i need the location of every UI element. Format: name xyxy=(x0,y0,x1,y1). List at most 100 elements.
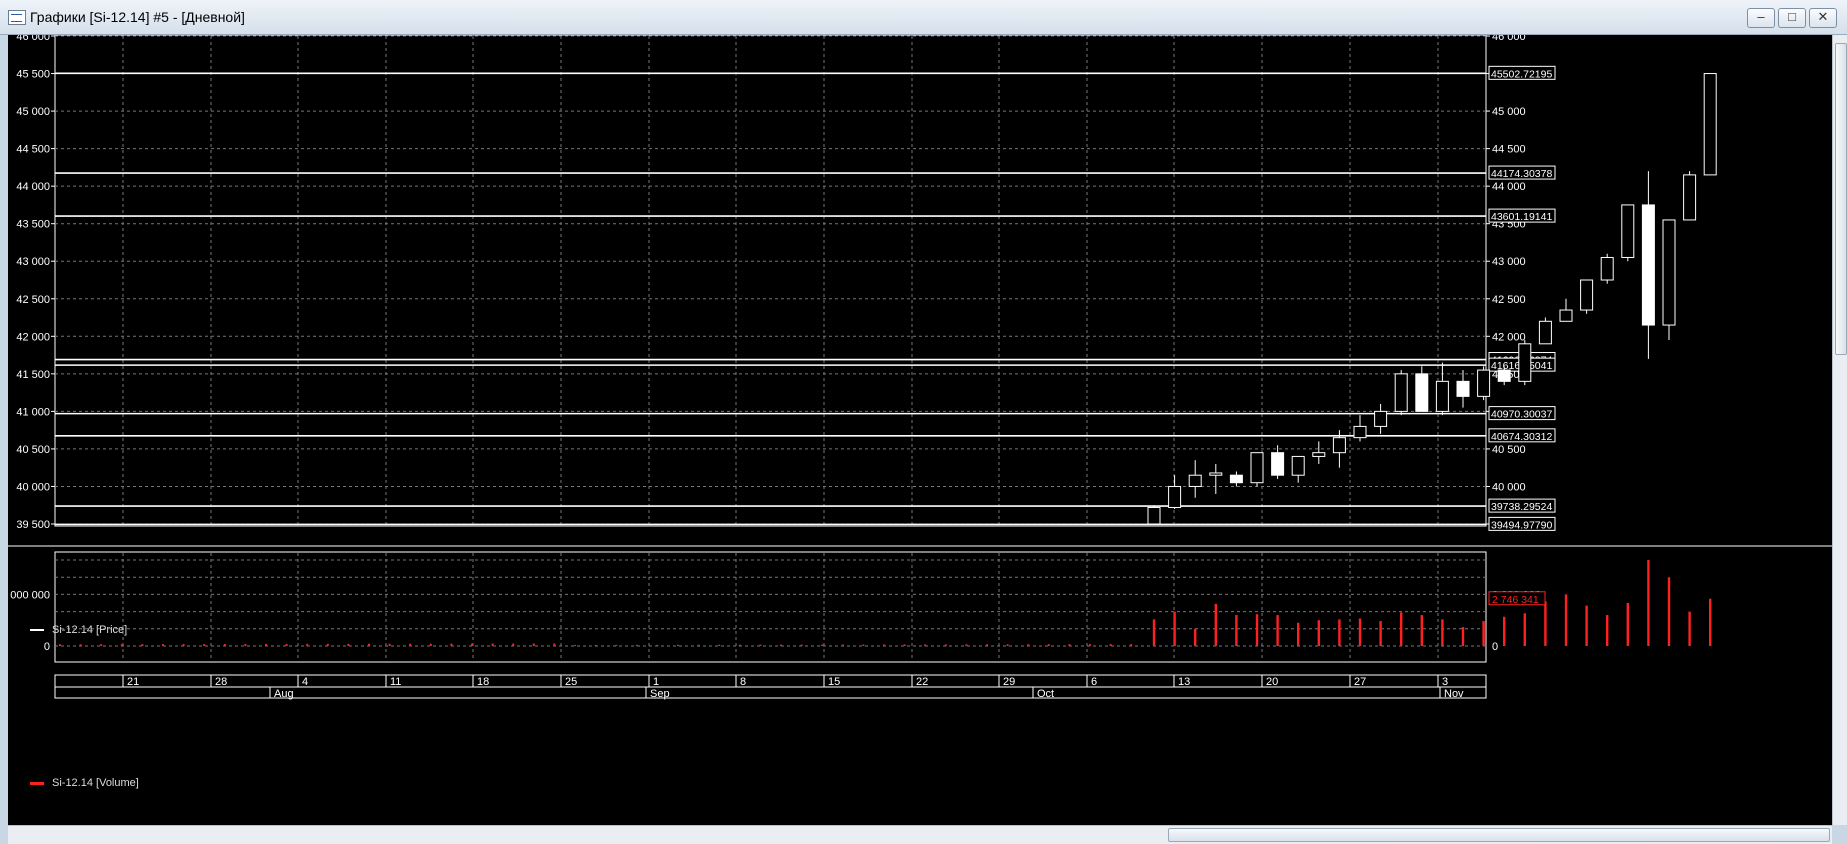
candle-body[interactable] xyxy=(1683,174,1697,221)
price-tick-label-left: 42 500 xyxy=(16,294,50,306)
month-tick-label: Sep xyxy=(650,688,670,700)
price-tick-label-right: 42 000 xyxy=(1492,331,1526,343)
date-tick-label: 25 xyxy=(565,676,577,688)
price-tick-label-right: 40 500 xyxy=(1492,444,1526,456)
candle-body[interactable] xyxy=(1497,369,1511,382)
volume-last-value: 2 746 341 xyxy=(1492,594,1539,606)
candle-body[interactable] xyxy=(1374,410,1388,427)
price-tick-label-right: 44 000 xyxy=(1492,181,1526,193)
maximize-button[interactable]: □ xyxy=(1778,8,1806,28)
candle-body[interactable] xyxy=(1209,472,1223,476)
level-line-label: 45502.72195 xyxy=(1491,68,1552,80)
candle-body[interactable] xyxy=(1580,279,1594,311)
price-tick-label-right: 44 500 xyxy=(1492,144,1526,156)
date-tick-label: 8 xyxy=(740,676,746,688)
horizontal-scroll-thumb[interactable] xyxy=(1168,828,1830,842)
price-tick-label-right: 42 500 xyxy=(1492,294,1526,306)
chart-area[interactable]: 21 28 4 11 18 25 1 8 15 22 29 6 13 20 27 3 46 000 46 000 4… xyxy=(8,35,1832,825)
candle-body[interactable] xyxy=(1662,219,1676,326)
volume-series-legend: Si-12.14 [Volume] xyxy=(30,777,139,789)
chart-svg[interactable]: 21 28 4 11 18 25 1 8 15 22 29 6 13 20 27 346 000 46 0004… xyxy=(8,35,1832,825)
candle-body[interactable] xyxy=(1188,474,1202,487)
candle-body[interactable] xyxy=(1353,425,1367,439)
volume-legend-swatch xyxy=(30,781,44,785)
candle-body[interactable] xyxy=(1415,373,1429,412)
price-legend-swatch xyxy=(30,629,44,632)
date-tick-label: 18 xyxy=(477,676,489,688)
price-tick-label-right: 43 000 xyxy=(1492,256,1526,268)
vertical-scrollbar[interactable] xyxy=(1832,35,1847,825)
date-tick-label: 15 xyxy=(828,676,840,688)
candle-body[interactable] xyxy=(1456,380,1470,397)
price-tick-label-left: 45 000 xyxy=(16,106,50,118)
candle-body[interactable] xyxy=(1394,373,1408,412)
date-tick-label: 28 xyxy=(215,676,227,688)
candle-body[interactable] xyxy=(1641,204,1655,326)
candle-body[interactable] xyxy=(1250,452,1264,484)
title-bar: Графики [Si-12.14] #5 - [Дневной] ‒ □ ✕ xyxy=(0,0,1847,35)
date-tick-label: 11 xyxy=(390,676,401,688)
window-title: Графики [Si-12.14] #5 - [Дневной] xyxy=(30,9,245,25)
candle-body[interactable] xyxy=(1291,455,1305,476)
price-series-label: Si-12.14 [Price] xyxy=(52,624,128,636)
date-tick-label: 27 xyxy=(1354,676,1366,688)
price-tick-label-left: 46 000 xyxy=(16,35,50,43)
candle-body[interactable] xyxy=(1477,369,1491,397)
price-tick-label-left: 43 000 xyxy=(16,256,50,268)
price-tick-label-left: 42 000 xyxy=(16,331,50,343)
candle-body[interactable] xyxy=(1600,256,1614,281)
candle-body[interactable] xyxy=(1229,474,1243,484)
minimize-button[interactable]: ‒ xyxy=(1747,8,1775,28)
price-series-legend: Si-12.14 [Price] xyxy=(30,624,127,636)
price-tick-label-left: 41 000 xyxy=(16,406,50,418)
price-tick-label-right: 46 000 xyxy=(1492,35,1526,43)
month-tick-label: Nov xyxy=(1444,688,1464,700)
level-line-label: 44174.30378 xyxy=(1491,168,1552,180)
price-tick-label-right: 45 000 xyxy=(1492,106,1526,118)
date-tick-label: 21 xyxy=(127,676,139,688)
level-line-label: 39494.97790 xyxy=(1491,519,1552,531)
price-tick-label-left: 41 500 xyxy=(16,369,50,381)
volume-tick-label-left: 3 000 000 xyxy=(8,589,50,601)
candle-body[interactable] xyxy=(1559,309,1573,322)
month-tick-label: Oct xyxy=(1037,688,1054,700)
price-tick-label-left: 40 500 xyxy=(16,444,50,456)
candle-body[interactable] xyxy=(1271,452,1285,476)
date-tick-label: 29 xyxy=(1003,676,1015,688)
price-tick-label-left: 44 500 xyxy=(16,144,50,156)
date-tick-label: 13 xyxy=(1178,676,1190,688)
date-tick-label: 3 xyxy=(1442,676,1448,688)
candle-body[interactable] xyxy=(1147,506,1161,525)
volume-tick-label-right: 0 xyxy=(1492,641,1498,653)
date-tick-label: 22 xyxy=(916,676,928,688)
date-tick-label: 4 xyxy=(302,676,308,688)
price-tick-label-left: 43 500 xyxy=(16,219,50,231)
volume-tick-label-left: 0 xyxy=(44,641,50,653)
candle-body[interactable] xyxy=(1703,73,1717,176)
close-button[interactable]: ✕ xyxy=(1809,8,1837,28)
chart-app-icon xyxy=(8,10,26,25)
candle-body[interactable] xyxy=(1332,437,1346,454)
candle-body[interactable] xyxy=(1312,452,1326,457)
price-tick-label-left: 45 500 xyxy=(16,69,50,81)
level-line-label: 39738.29524 xyxy=(1491,501,1552,513)
candle-body[interactable] xyxy=(1435,380,1449,412)
candle-body[interactable] xyxy=(1168,485,1182,508)
candle-body[interactable] xyxy=(1538,320,1552,345)
level-line-label: 40674.30312 xyxy=(1491,431,1552,443)
price-tick-label-left: 44 000 xyxy=(16,181,50,193)
level-line-label: 40970.30037 xyxy=(1491,409,1552,421)
price-tick-label-left: 40 000 xyxy=(16,481,50,493)
volume-series-label: Si-12.14 [Volume] xyxy=(52,777,139,789)
price-tick-label-right: 40 000 xyxy=(1492,481,1526,493)
date-tick-label: 1 xyxy=(653,676,659,688)
candle-body[interactable] xyxy=(1621,204,1635,258)
level-line-label: 43601.19141 xyxy=(1491,211,1552,223)
price-tick-label-left: 39 500 xyxy=(16,519,50,531)
date-tick-label: 6 xyxy=(1091,676,1097,688)
candle-body[interactable] xyxy=(1518,343,1532,382)
horizontal-scrollbar[interactable] xyxy=(8,825,1832,844)
date-tick-label: 20 xyxy=(1266,676,1278,688)
vertical-scroll-thumb[interactable] xyxy=(1835,43,1847,355)
month-tick-label: Aug xyxy=(274,688,294,700)
